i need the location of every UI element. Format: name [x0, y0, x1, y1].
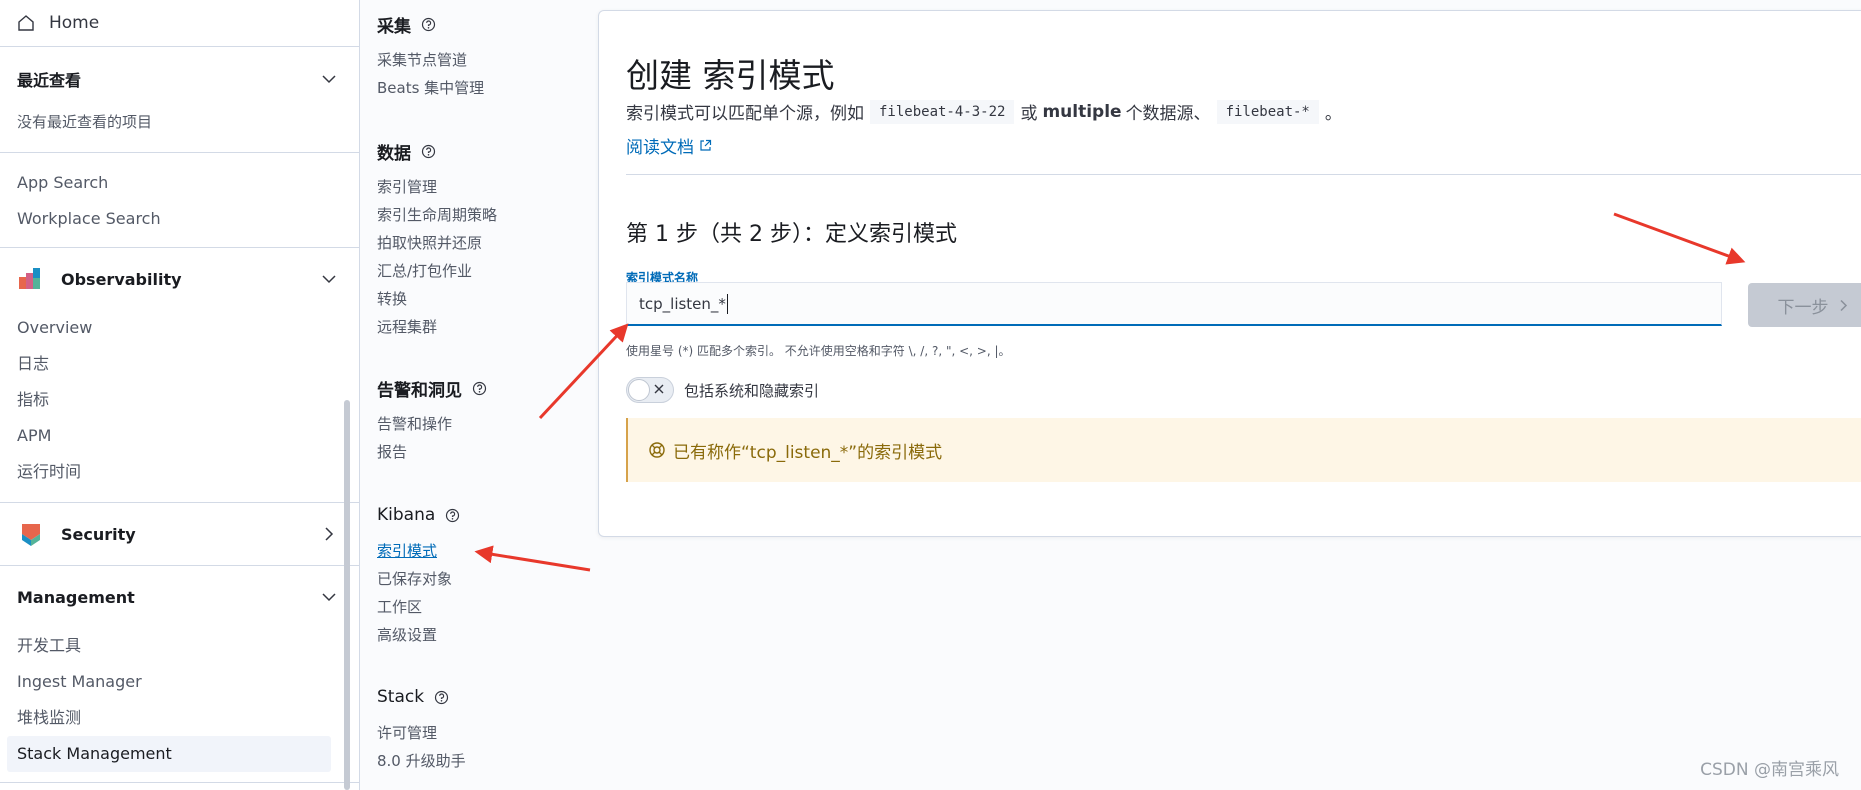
input-value: tcp_listen_*: [639, 294, 726, 313]
help-ring-icon: [648, 441, 666, 459]
toggle-knob: [628, 379, 650, 401]
observability-header[interactable]: Observability: [0, 248, 359, 310]
page-description: 索引模式可以匹配单个源，例如 filebeat-4-3-22 或 multipl…: [626, 99, 1342, 124]
recent-section: 最近查看 没有最近查看的项目: [0, 47, 359, 153]
help-icon[interactable]: [434, 690, 449, 705]
desc-prefix: 索引模式可以匹配单个源，例如: [626, 104, 864, 124]
management-title: Management: [17, 587, 135, 607]
link-spaces[interactable]: 工作区: [377, 593, 460, 621]
link-alerts-actions[interactable]: 告警和操作: [377, 410, 487, 438]
recent-title: 最近查看: [17, 71, 82, 90]
toggle-label: 包括系统和隐藏索引: [684, 381, 820, 400]
link-index-management[interactable]: 索引管理: [377, 173, 497, 201]
help-icon[interactable]: [421, 144, 436, 159]
next-step-label: 下一步: [1777, 297, 1829, 317]
group-stack: Stack 许可管理 8.0 升级助手: [377, 685, 466, 775]
chevron-right-icon: [1837, 299, 1850, 312]
nav-link-overview[interactable]: Overview: [0, 310, 359, 346]
observability-section: Observability Overview 日志 指标 APM 运行时间: [0, 248, 359, 503]
nav-link-logs[interactable]: 日志: [0, 346, 359, 382]
chevron-right-icon: [321, 526, 337, 542]
group-title: 告警和洞见: [377, 380, 462, 401]
desc-example-code: filebeat-4-3-22: [870, 99, 1015, 124]
group-data: 数据 索引管理 索引生命周期策略 拍取快照并还原 汇总/打包作业 转换 远程集群: [377, 139, 497, 341]
group-title: Kibana: [377, 505, 436, 525]
security-section: Security: [0, 503, 359, 566]
nav-link-apm[interactable]: APM: [0, 418, 359, 454]
desc-or: 或: [1020, 104, 1038, 124]
external-link-icon: [699, 139, 712, 152]
link-transforms[interactable]: 转换: [377, 285, 497, 313]
nav-link-metrics[interactable]: 指标: [0, 382, 359, 418]
read-docs-label: 阅读文档: [626, 138, 694, 158]
nav-home-label: Home: [49, 13, 100, 33]
link-upgrade-assistant[interactable]: 8.0 升级助手: [377, 747, 466, 775]
link-snapshot-restore[interactable]: 拍取快照并还原: [377, 229, 497, 257]
management-sidebar: 采集 采集节点管道 Beats 集中管理 数据 索引管理 索引生命周期策略 拍取…: [361, 0, 598, 790]
nav-home-link[interactable]: Home: [0, 0, 359, 47]
index-pattern-name-input[interactable]: tcp_listen_*: [626, 282, 1722, 326]
link-license-management[interactable]: 许可管理: [377, 719, 466, 747]
group-kibana: Kibana 索引模式 已保存对象 工作区 高级设置: [377, 503, 460, 649]
group-title: 数据: [377, 143, 411, 164]
group-title: 采集: [377, 16, 411, 37]
chevron-down-icon: [321, 589, 337, 605]
desc-end: 。: [1324, 104, 1342, 124]
next-step-button[interactable]: 下一步: [1748, 283, 1861, 327]
read-docs-link[interactable]: 阅读文档: [626, 133, 712, 158]
text-caret: [726, 293, 728, 314]
security-title: Security: [61, 524, 136, 544]
management-section: Management 开发工具 Ingest Manager 堆栈监测 Stac…: [0, 566, 359, 783]
nav-link-stack-monitoring[interactable]: 堆栈监测: [0, 700, 359, 736]
nav-link-dev-tools[interactable]: 开发工具: [0, 628, 359, 664]
group-ingest: 采集 采集节点管道 Beats 集中管理: [377, 12, 484, 102]
cross-icon: [653, 383, 665, 395]
link-saved-objects[interactable]: 已保存对象: [377, 565, 460, 593]
management-header[interactable]: Management: [0, 566, 359, 628]
divider: [626, 174, 1861, 175]
nav-link-stack-management[interactable]: Stack Management: [7, 736, 331, 772]
nav-link-ingest-manager[interactable]: Ingest Manager: [0, 664, 359, 700]
chevron-down-icon: [321, 271, 337, 287]
nav-link-app-search[interactable]: App Search: [0, 165, 359, 201]
link-index-patterns[interactable]: 索引模式: [377, 537, 460, 565]
help-icon[interactable]: [421, 17, 436, 32]
field-help-text: 使用星号 (*) 匹配多个索引。 不允许使用空格和字符 \, /, ?, ", …: [626, 344, 1011, 358]
callout-text: 已有称作“tcp_listen_*”的索引模式: [673, 442, 943, 463]
desc-wildcard-code: filebeat-*: [1216, 99, 1319, 124]
link-remote-clusters[interactable]: 远程集群: [377, 313, 497, 341]
group-alerts: 告警和洞见 告警和操作 报告: [377, 376, 487, 466]
create-index-pattern-panel: 创建 索引模式 索引模式可以匹配单个源，例如 filebeat-4-3-22 或…: [598, 10, 1861, 537]
left-nav: Home 最近查看 没有最近查看的项目 App Search Workplace…: [0, 0, 360, 790]
link-ilm-policies[interactable]: 索引生命周期策略: [377, 201, 497, 229]
chevron-down-icon: [321, 71, 337, 87]
security-logo-icon: [22, 524, 40, 546]
link-reporting[interactable]: 报告: [377, 438, 487, 466]
hidden-indices-toggle-row: 包括系统和隐藏索引: [626, 377, 819, 403]
help-icon[interactable]: [472, 381, 487, 396]
link-rollup-jobs[interactable]: 汇总/打包作业: [377, 257, 497, 285]
watermark: CSDN @南宫乘风: [1700, 760, 1839, 780]
page-title: 创建 索引模式: [626, 56, 835, 95]
include-hidden-toggle[interactable]: [626, 377, 674, 403]
warning-callout: 已有称作“tcp_listen_*”的索引模式: [626, 418, 1861, 482]
step-title: 第 1 步（共 2 步）：定义索引模式: [626, 222, 957, 247]
link-ingest-pipelines[interactable]: 采集节点管道: [377, 46, 484, 74]
nav-link-workplace-search[interactable]: Workplace Search: [0, 201, 359, 237]
observability-logo-icon: [19, 268, 40, 289]
nav-link-uptime[interactable]: 运行时间: [0, 454, 359, 490]
recent-empty-text: 没有最近查看的项目: [17, 113, 153, 131]
link-beats-management[interactable]: Beats 集中管理: [377, 74, 484, 102]
link-advanced-settings[interactable]: 高级设置: [377, 621, 460, 649]
security-header[interactable]: Security: [0, 503, 359, 565]
desc-mid: 个数据源、: [1125, 104, 1211, 124]
observability-title: Observability: [61, 269, 182, 289]
group-title: Stack: [377, 687, 425, 707]
home-icon: [17, 14, 35, 32]
search-links: App Search Workplace Search: [0, 153, 359, 248]
help-icon[interactable]: [445, 508, 460, 523]
nav-scrollbar[interactable]: [344, 400, 350, 790]
desc-bold: multiple: [1042, 101, 1122, 122]
recent-header[interactable]: 最近查看: [0, 47, 359, 111]
